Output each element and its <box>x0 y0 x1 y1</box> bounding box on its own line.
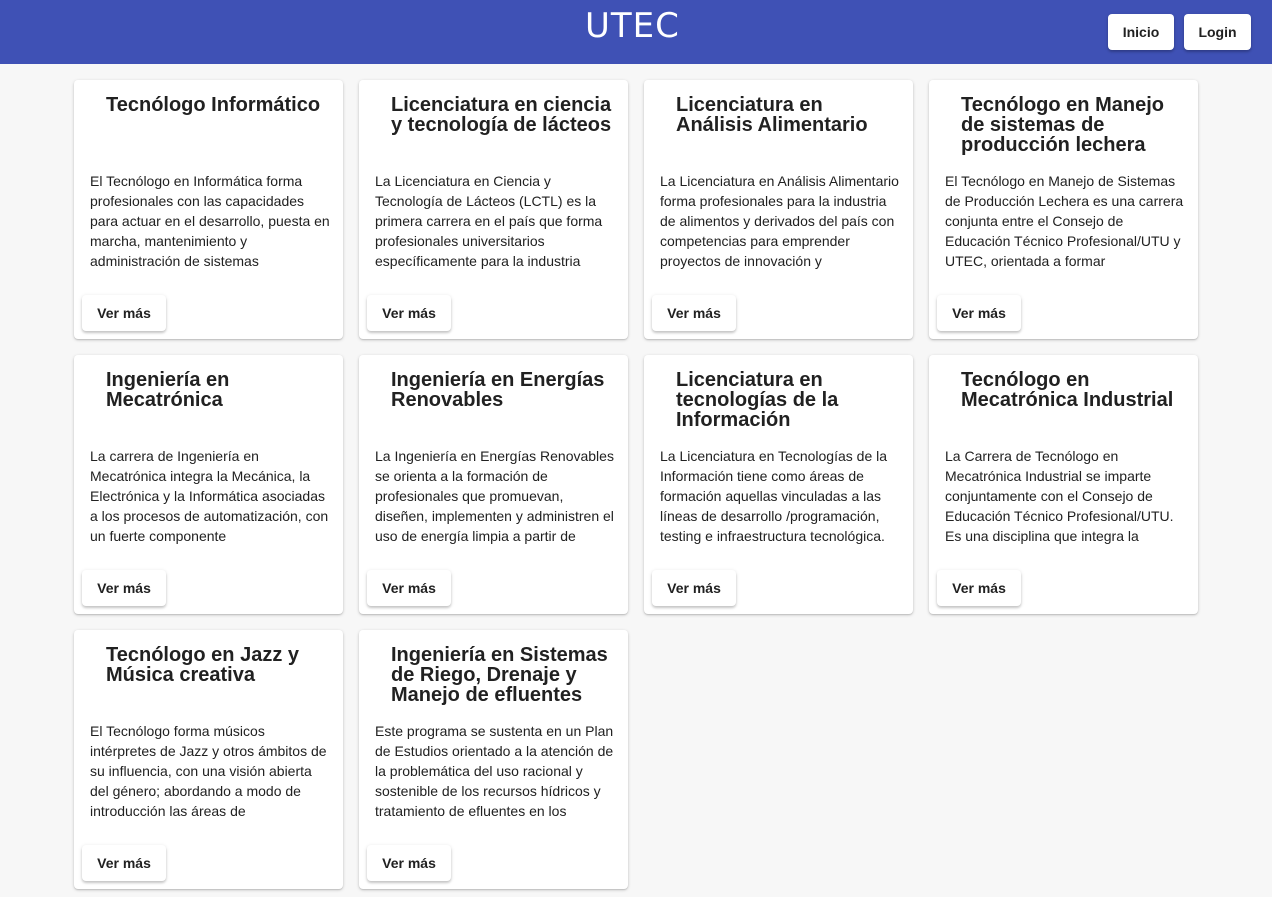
career-card: Ingeniería en Sistemas de Riego, Drenaje… <box>359 630 628 889</box>
career-card: Tecnólogo Informático El Tecnólogo en In… <box>74 80 343 339</box>
career-card: Tecnólogo en Jazz y Música creativa El T… <box>74 630 343 889</box>
ver-mas-button[interactable]: Ver más <box>367 845 451 881</box>
ver-mas-button[interactable]: Ver más <box>367 295 451 331</box>
inicio-button[interactable]: Inicio <box>1108 14 1174 50</box>
career-card: Ingeniería en Energías Renovables La Ing… <box>359 355 628 614</box>
card-title: Ingeniería en Energías Renovables <box>391 369 605 411</box>
card-description: La Licenciatura en Análisis Alimentario … <box>660 173 899 269</box>
login-button[interactable]: Login <box>1184 14 1251 50</box>
career-card: Licenciatura en tecnologías de la Inform… <box>644 355 913 614</box>
card-description: La carrera de Ingeniería en Mecatrónica … <box>90 448 329 544</box>
ver-mas-button[interactable]: Ver más <box>652 295 736 331</box>
card-title: Tecnólogo en Mecatrónica Industrial <box>961 369 1174 411</box>
ver-mas-button[interactable]: Ver más <box>937 295 1021 331</box>
career-card: Ingeniería en Mecatrónica La carrera de … <box>74 355 343 614</box>
card-description: Este programa se sustenta en un Plan de … <box>375 723 614 819</box>
top-app-bar: UTEC Inicio Login <box>0 0 1272 64</box>
card-title: Licenciatura en tecnologías de la Inform… <box>676 369 839 431</box>
utec-logo[interactable]: UTEC <box>585 8 680 44</box>
card-title: Licenciatura en Análisis Alimentario <box>676 94 868 136</box>
career-card: Licenciatura en Análisis Alimentario La … <box>644 80 913 339</box>
ver-mas-button[interactable]: Ver más <box>82 570 166 606</box>
card-title: Tecnólogo Informático <box>106 94 321 116</box>
card-description: El Tecnólogo forma músicos intérpretes d… <box>90 723 327 819</box>
ver-mas-button[interactable]: Ver más <box>82 845 166 881</box>
card-description: La Licenciatura en Tecnologías de la Inf… <box>660 448 888 544</box>
card-title: Tecnólogo en Jazz y Música creativa <box>106 644 299 686</box>
card-title: Tecnólogo en Manejo de sistemas de produ… <box>961 94 1164 156</box>
ver-mas-button[interactable]: Ver más <box>367 570 451 606</box>
card-description: El Tecnólogo en Informática forma profes… <box>90 173 330 269</box>
card-description: La Ingeniería en Energías Renovables se … <box>375 448 614 544</box>
card-description: La Licenciatura en Ciencia y Tecnología … <box>375 173 603 269</box>
career-card: Tecnólogo en Manejo de sistemas de produ… <box>929 80 1198 339</box>
ver-mas-button[interactable]: Ver más <box>82 295 166 331</box>
card-title: Ingeniería en Mecatrónica <box>106 369 230 411</box>
career-card: Tecnólogo en Mecatrónica Industrial La C… <box>929 355 1198 614</box>
card-description: La Carrera de Tecnólogo en Mecatrónica I… <box>945 448 1174 544</box>
career-card: Licenciatura en ciencia y tecnología de … <box>359 80 628 339</box>
card-title: Licenciatura en ciencia y tecnología de … <box>391 94 612 136</box>
card-title: Ingeniería en Sistemas de Riego, Drenaje… <box>391 644 608 706</box>
card-description: El Tecnólogo en Manejo de Sistemas de Pr… <box>945 173 1184 269</box>
ver-mas-button[interactable]: Ver más <box>652 570 736 606</box>
ver-mas-button[interactable]: Ver más <box>937 570 1021 606</box>
